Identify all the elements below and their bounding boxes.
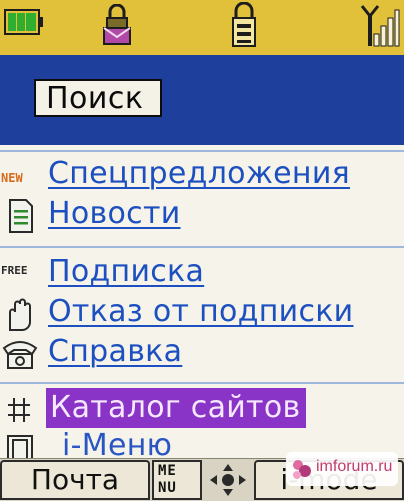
lock-icon: [232, 2, 256, 47]
menu-item-subscribe[interactable]: Подписка: [48, 252, 204, 292]
battery-icon: [4, 9, 43, 35]
imforum-logo-icon: [293, 460, 311, 479]
hand-icon: [9, 298, 31, 331]
hash-icon: [8, 398, 30, 422]
document-icon: [9, 199, 33, 233]
mail-lock-icon: [103, 4, 131, 45]
menu-item-site-catalog[interactable]: Каталог сайтов: [46, 388, 307, 428]
status-bar: [0, 0, 404, 55]
menu-key-label: ME NU: [158, 463, 177, 496]
free-icon: FREE: [1, 264, 28, 277]
menu-item-help[interactable]: Справка: [48, 332, 182, 372]
new-icon: NEW: [1, 171, 23, 185]
menu-item-unsubscribe[interactable]: Отказ от подписки: [48, 292, 353, 332]
separator: [0, 382, 404, 384]
svg-text:NEW: NEW: [1, 171, 23, 185]
signal-strength-icon: [360, 5, 400, 47]
search-button[interactable]: Поиск: [34, 79, 162, 117]
navigation-key-icon[interactable]: [206, 462, 250, 498]
menu-item-news[interactable]: Новости: [48, 194, 181, 234]
separator: [0, 150, 404, 152]
watermark: imforum.ru: [286, 452, 398, 486]
menu-softkey[interactable]: ME NU: [152, 460, 202, 500]
menu-item-special-offers[interactable]: Спецпредложения: [48, 154, 350, 194]
watermark-text: imforum.ru: [316, 458, 393, 475]
telephone-icon: [2, 341, 38, 369]
separator: [0, 246, 404, 248]
svg-text:FREE: FREE: [1, 264, 28, 277]
mail-softkey[interactable]: Почта: [0, 460, 150, 500]
